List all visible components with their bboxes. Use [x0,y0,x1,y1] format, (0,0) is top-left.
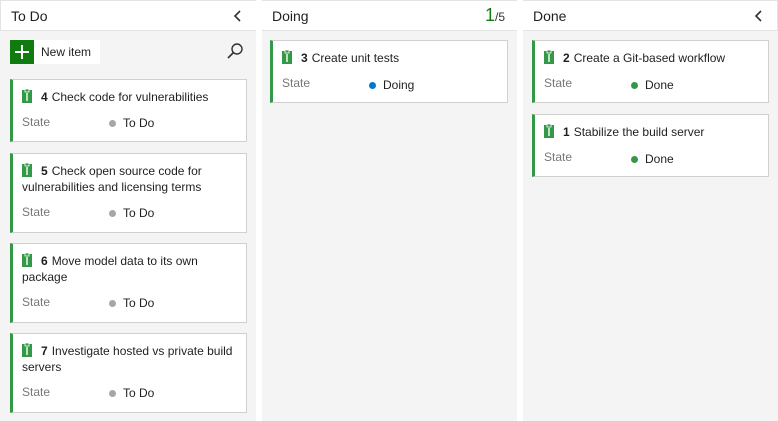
card-item-5[interactable]: 5 Check open source code for vulnerabilit… [10,153,247,233]
collapse-todo-button[interactable] [230,7,246,25]
search-icon [227,43,243,59]
state-label: State [22,385,51,399]
state-value[interactable]: Done [645,152,674,166]
card-title-text: Check open source code for vulnerabiliti… [22,164,202,194]
search-button[interactable] [224,40,246,62]
card-id: 1 [563,125,570,139]
card-title[interactable]: 2 Create a Git-based workflow [544,50,760,66]
column-title-doing: Doing [272,8,309,24]
card-item-7[interactable]: 7 Investigate hosted vs private build ser… [10,333,247,413]
card-id: 4 [41,90,48,104]
state-label: State [544,76,573,90]
state-value[interactable]: To Do [123,206,154,220]
card-title-text: Create a Git-based workflow [573,51,726,65]
column-title-done: Done [533,8,567,24]
card-item-6[interactable]: 6 Move model data to its own package Stat… [10,243,247,323]
state-dot-doing [369,82,376,89]
state-value[interactable]: To Do [123,296,154,310]
column-header-todo: To Do [0,0,256,31]
card-title[interactable]: 4 Check code for vulnerabilities [22,89,238,105]
state-value[interactable]: To Do [123,386,154,400]
card-title[interactable]: 7 Investigate hosted vs private build ser… [22,343,238,375]
kanban-board: To Do New item 4 Check code for vulnerab… [0,0,778,421]
state-label: State [22,295,51,309]
card-title-text: Stabilize the build server [573,125,705,139]
column-title-todo: To Do [11,8,48,24]
state-label: State [282,76,311,90]
state-dot-todo [109,300,116,307]
card-id: 7 [41,344,48,358]
chevron-left-icon [233,10,241,22]
column-header-doing: Doing 1/5 [262,0,517,31]
card-id: 2 [563,51,570,65]
card-item-4[interactable]: 4 Check code for vulnerabilities State To… [10,79,247,142]
wip-count: 1 [484,5,495,25]
card-item-1[interactable]: 1 Stabilize the build server State Done [532,114,769,177]
state-value[interactable]: To Do [123,116,154,130]
state-dot-todo [109,120,116,127]
column-done: Done 2 Create a Git-based workflow State … [523,0,778,421]
card-item-2[interactable]: 2 Create a Git-based workflow State Done [532,40,769,103]
state-label: State [544,150,573,164]
new-item-label: New item [41,45,92,59]
state-dot-todo [109,210,116,217]
card-item-3[interactable]: 3 Create unit tests State Doing [270,40,508,103]
card-title-text: Move model data to its own package [22,254,198,284]
state-value[interactable]: Done [645,78,674,92]
card-title[interactable]: 5 Check open source code for vulnerabilit… [22,163,238,195]
card-title[interactable]: 1 Stabilize the build server [544,124,760,140]
card-title-text: Create unit tests [311,51,400,65]
column-doing: Doing 1/5 3 Create unit tests State Doing [262,0,517,421]
card-title[interactable]: 3 Create unit tests [282,50,499,66]
collapse-done-button[interactable] [751,7,767,25]
plus-icon [10,40,34,64]
column-header-done: Done [523,0,778,31]
card-title-text: Investigate hosted vs private build serv… [22,344,233,374]
column-todo: To Do New item 4 Check code for vulnerab… [0,0,256,421]
state-label: State [22,205,51,219]
state-dot-done [631,82,638,89]
card-id: 5 [41,164,48,178]
state-dot-done [631,156,638,163]
state-value[interactable]: Doing [383,78,414,92]
chevron-left-icon [754,10,762,22]
card-id: 3 [301,51,308,65]
state-dot-todo [109,390,116,397]
state-label: State [22,115,51,129]
wip-limit: /5 [494,10,505,24]
card-title-text: Check code for vulnerabilities [51,90,209,104]
new-item-bar: New item [0,31,256,73]
wip-limit-indicator: 1/5 [485,5,505,26]
new-item-button[interactable]: New item [10,40,100,64]
card-id: 6 [41,254,48,268]
card-title[interactable]: 6 Move model data to its own package [22,253,238,285]
